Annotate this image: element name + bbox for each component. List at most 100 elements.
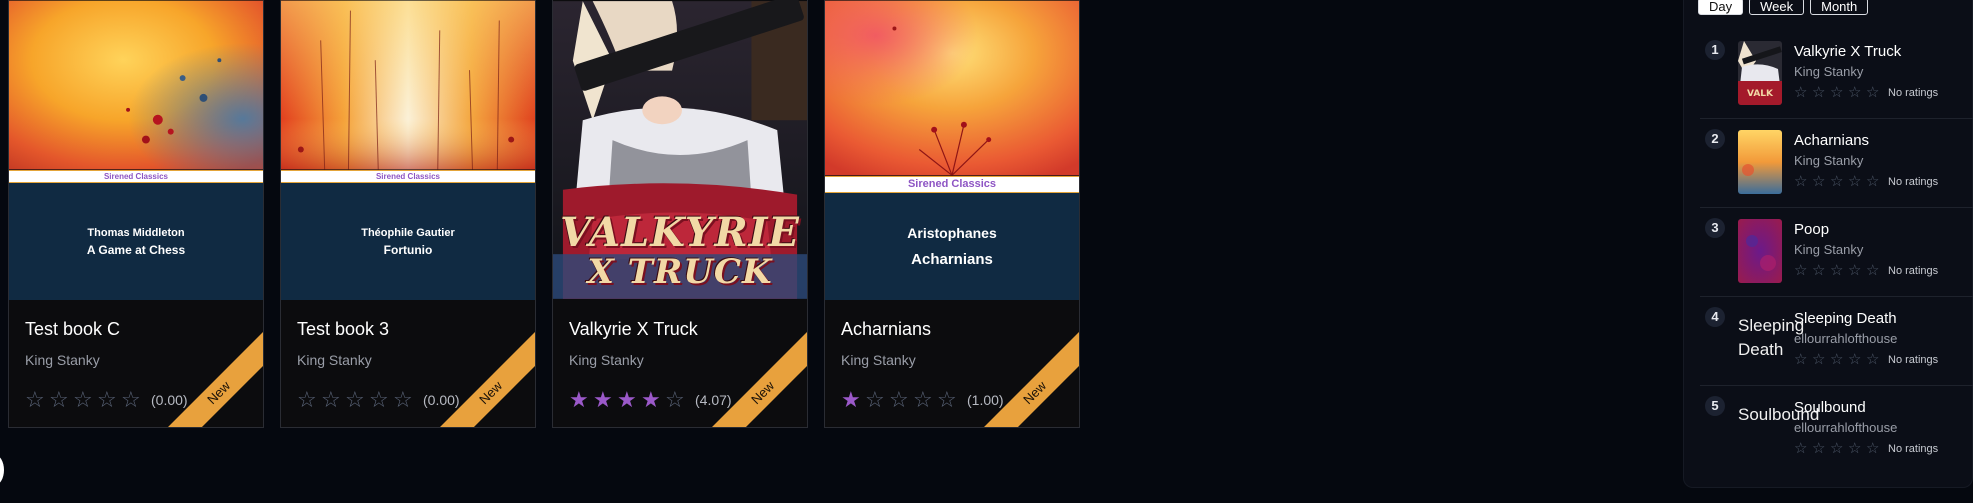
cover-plate: Théophile Gautier Fortunio xyxy=(281,183,535,300)
list-item[interactable]: 4 Sleeping Death Sleeping Death ellourra… xyxy=(1700,297,1973,386)
rank-author[interactable]: ellourrahlofthouse xyxy=(1794,420,1973,436)
rank-title[interactable]: Valkyrie X Truck xyxy=(1794,42,1973,61)
cover-title: Fortunio xyxy=(383,242,433,257)
star-icon: ☆ xyxy=(49,387,69,412)
star-icon: ☆ xyxy=(865,387,885,412)
book-thumbnail[interactable]: VALK xyxy=(1738,41,1782,105)
star-icon: ☆ xyxy=(1848,351,1862,368)
scroll-handle[interactable] xyxy=(0,455,4,485)
tab-month[interactable]: Month xyxy=(1810,0,1869,15)
star-icon: ☆ xyxy=(1848,84,1862,101)
tab-day[interactable]: Day xyxy=(1698,0,1744,15)
star-icon: ☆ xyxy=(1830,173,1844,190)
star-icon: ☆ xyxy=(1794,262,1808,279)
list-item[interactable]: 1 VALK Valkyrie X Truck King Stanky ☆ ☆ … xyxy=(1700,30,1973,119)
book-author[interactable]: King Stanky xyxy=(569,352,791,370)
book-author[interactable]: King Stanky xyxy=(297,352,519,370)
rank-title[interactable]: Poop xyxy=(1794,220,1973,239)
book-card[interactable]: Sirened Classics Aristophanes Acharnians… xyxy=(824,0,1080,428)
star-icon: ☆ xyxy=(1866,173,1880,190)
list-item[interactable]: 2 Acharnians King Stanky ☆ ☆ ☆ ☆ ☆ No ra… xyxy=(1700,119,1973,208)
rank-rating: ☆ ☆ ☆ ☆ ☆ No ratings xyxy=(1794,173,1973,191)
cover-author: Thomas Middleton xyxy=(87,226,185,239)
svg-text:VALK: VALK xyxy=(1747,89,1774,99)
star-icon: ☆ xyxy=(25,387,45,412)
rating-value: (0.00) xyxy=(423,392,460,408)
star-icon: ☆ xyxy=(1812,173,1826,190)
book-grid: Sirened Classics Thomas Middleton A Game… xyxy=(8,0,1080,428)
book-thumbnail[interactable] xyxy=(1738,219,1782,283)
rating-text: No ratings xyxy=(1888,87,1939,99)
rank-info: Sleeping Death ellourrahlofthouse ☆ ☆ ☆ … xyxy=(1794,309,1973,369)
cover-plate: Thomas Middleton A Game at Chess xyxy=(9,183,263,300)
book-card[interactable]: VALKYRIE X TRUCK Valkyrie X Truck King S… xyxy=(552,0,808,428)
star-icon: ☆ xyxy=(121,387,141,412)
rating-value: (0.00) xyxy=(151,392,188,408)
star-icon: ☆ xyxy=(1812,262,1826,279)
rank-title[interactable]: Soulbound xyxy=(1794,398,1973,417)
book-card[interactable]: Sirened Classics Théophile Gautier Fortu… xyxy=(280,0,536,428)
book-author[interactable]: King Stanky xyxy=(25,352,247,370)
star-icon: ☆ xyxy=(369,387,389,412)
star-icon: ☆ xyxy=(1830,262,1844,279)
star-icon: ☆ xyxy=(889,387,909,412)
tab-week[interactable]: Week xyxy=(1749,0,1805,15)
cover-series-strip: Sirened Classics xyxy=(825,176,1079,193)
star-icon: ☆ xyxy=(913,387,933,412)
book-cover[interactable]: Sirened Classics Thomas Middleton A Game… xyxy=(9,0,263,300)
star-icon: ☆ xyxy=(1848,173,1862,190)
rank-rating: ☆ ☆ ☆ ☆ ☆ No ratings xyxy=(1794,262,1973,280)
list-item[interactable]: 3 Poop King Stanky ☆ ☆ ☆ ☆ ☆ No ratings xyxy=(1700,208,1973,297)
cover-title: Acharnians xyxy=(911,251,993,268)
rank-author[interactable]: King Stanky xyxy=(1794,64,1973,80)
star-icon: ☆ xyxy=(665,387,685,412)
star-icon: ☆ xyxy=(1794,440,1808,457)
star-icon: ☆ xyxy=(1830,351,1844,368)
star-icon: ☆ xyxy=(1830,440,1844,457)
thumbnail-image xyxy=(1738,219,1782,283)
book-author[interactable]: King Stanky xyxy=(841,352,1063,370)
rank-rating: ☆ ☆ ☆ ☆ ☆ No ratings xyxy=(1794,351,1973,369)
book-cover[interactable]: Sirened Classics Aristophanes Acharnians xyxy=(825,0,1079,300)
book-title[interactable]: Test book C xyxy=(25,318,247,340)
rank-number: 3 xyxy=(1705,218,1725,238)
rank-number: 5 xyxy=(1705,396,1725,416)
book-title[interactable]: Test book 3 xyxy=(297,318,519,340)
rating-text: No ratings xyxy=(1888,443,1939,455)
rank-author[interactable]: King Stanky xyxy=(1794,153,1973,169)
star-icon: ☆ xyxy=(1848,440,1862,457)
rank-author[interactable]: ellourrahlofthouse xyxy=(1794,331,1973,347)
book-thumbnail[interactable] xyxy=(1738,130,1782,194)
star-icon: ☆ xyxy=(1794,173,1808,190)
cover-title-line1: VALKYRIE xyxy=(560,209,800,256)
cover-title: A Game at Chess xyxy=(86,242,186,257)
star-icon: ☆ xyxy=(345,387,365,412)
rank-title[interactable]: Acharnians xyxy=(1794,131,1973,150)
book-card[interactable]: Sirened Classics Thomas Middleton A Game… xyxy=(8,0,264,428)
book-meta: Valkyrie X Truck King Stanky ★ ★ ★ ★ ☆ (… xyxy=(553,300,807,427)
book-title[interactable]: Valkyrie X Truck xyxy=(569,318,791,340)
rank-title[interactable]: Sleeping Death xyxy=(1794,309,1973,328)
star-icon: ☆ xyxy=(1866,84,1880,101)
book-meta: Acharnians King Stanky ★ ☆ ☆ ☆ ☆ (1.00) xyxy=(825,300,1079,427)
book-cover[interactable]: VALKYRIE X TRUCK xyxy=(553,0,807,300)
rank-author[interactable]: King Stanky xyxy=(1794,242,1973,258)
star-icon: ☆ xyxy=(1848,262,1862,279)
book-cover[interactable]: Sirened Classics Théophile Gautier Fortu… xyxy=(281,0,535,300)
rank-info: Acharnians King Stanky ☆ ☆ ☆ ☆ ☆ No rati… xyxy=(1794,131,1973,191)
star-icon: ☆ xyxy=(1812,440,1826,457)
star-icon: ★ xyxy=(617,387,637,412)
trending-list: 1 VALK Valkyrie X Truck King Stanky ☆ ☆ … xyxy=(1700,30,1973,475)
thumbnail-image: VALK xyxy=(1738,41,1782,105)
star-icon: ☆ xyxy=(1866,262,1880,279)
rank-rating: ☆ ☆ ☆ ☆ ☆ No ratings xyxy=(1794,440,1973,458)
list-item[interactable]: 5 Soulbound Soulbound ellourrahlofthouse… xyxy=(1700,386,1973,475)
star-icon: ★ xyxy=(593,387,613,412)
star-icon: ★ xyxy=(641,387,661,412)
star-icon: ☆ xyxy=(321,387,341,412)
rating-value: (4.07) xyxy=(695,392,732,408)
book-title[interactable]: Acharnians xyxy=(841,318,1063,340)
cover-author: Théophile Gautier xyxy=(361,226,455,239)
star-icon: ☆ xyxy=(1866,351,1880,368)
star-icon: ☆ xyxy=(73,387,93,412)
